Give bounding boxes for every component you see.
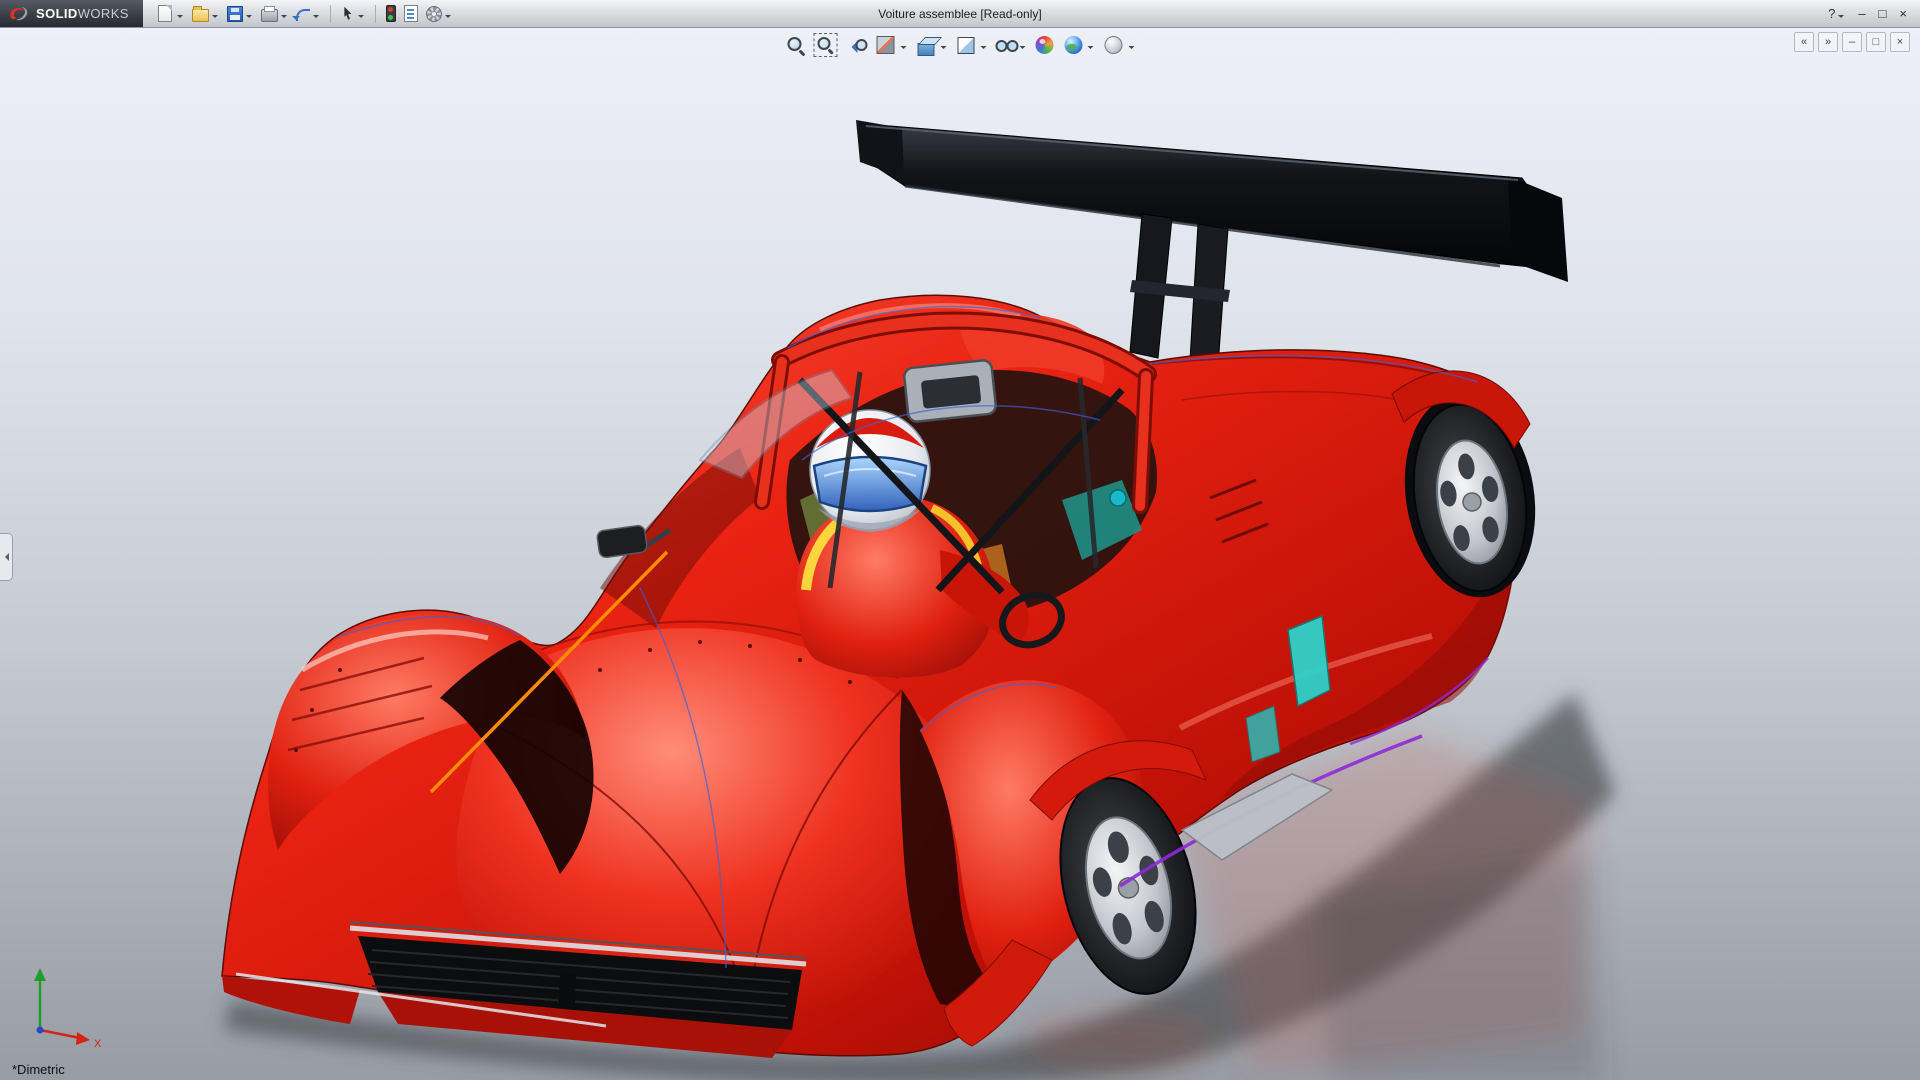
toolbar-separator: [329, 4, 331, 23]
reference-triad: X: [34, 968, 102, 1050]
maximize-button[interactable]: □: [1876, 6, 1890, 21]
minimize-button-glyph: –: [1858, 6, 1866, 21]
dropdown-caret-icon[interactable]: [980, 46, 987, 52]
heads-up-toolbar: [783, 32, 1138, 58]
section-icon: [876, 36, 895, 54]
options-button[interactable]: [423, 3, 455, 24]
view-settings-button[interactable]: [1100, 32, 1138, 58]
dropdown-caret-icon[interactable]: [312, 14, 319, 21]
undo-icon: [291, 9, 310, 21]
cursor-icon: [341, 6, 355, 21]
view-settings-icon: [1104, 36, 1123, 54]
solidworks-logo: SOLIDWORKS: [0, 0, 143, 27]
appearance-ball-icon: [1035, 36, 1054, 54]
pane-forward-button-glyph: »: [1824, 35, 1832, 48]
dropdown-caret-icon[interactable]: [176, 14, 183, 21]
hide-show-items-button[interactable]: [993, 33, 1029, 57]
traffic-icon: [385, 5, 396, 22]
main-toolbar: [143, 3, 465, 24]
toolbar-separator: [374, 4, 376, 23]
side-mirror: [596, 524, 648, 559]
document-title: Voiture assemblee [Read-only]: [878, 6, 1042, 21]
view-orientation-label: *Dimetric: [12, 1062, 65, 1077]
magnifier-area-icon: [813, 33, 838, 57]
folder-icon: [191, 6, 209, 22]
prev-view-icon: [845, 34, 868, 56]
window-restore-button-glyph: □: [1872, 35, 1880, 48]
display-style-icon: [957, 36, 975, 54]
previous-view-button[interactable]: [843, 33, 869, 57]
window-minimize-button[interactable]: –: [1842, 32, 1862, 52]
help-button[interactable]: ?: [1825, 6, 1848, 22]
ds-swirl-icon: [10, 6, 28, 20]
apply-scene-button[interactable]: [1061, 33, 1097, 57]
dropdown-caret-icon[interactable]: [211, 14, 218, 21]
file-properties-button[interactable]: [401, 3, 421, 24]
display-style-button[interactable]: [953, 33, 990, 58]
print-button[interactable]: [258, 3, 291, 24]
dropdown-caret-icon[interactable]: [940, 46, 947, 52]
pane-back-button-glyph: «: [1800, 35, 1808, 48]
chevron-left-icon: [1, 553, 9, 561]
solidworks-window: SOLIDWORKS Voiture assemblee [Read-only]…: [0, 0, 1920, 1080]
dropdown-caret-icon[interactable]: [1087, 46, 1094, 52]
cube-icon: [917, 42, 935, 56]
help-button-glyph: ?: [1828, 6, 1836, 21]
undo-button[interactable]: [291, 4, 323, 23]
section-view-button[interactable]: [872, 32, 910, 58]
new-document-button[interactable]: [153, 3, 187, 24]
magnifier-icon: [785, 34, 807, 56]
pane-forward-button[interactable]: »: [1818, 32, 1838, 52]
y-axis-arrow: [34, 968, 46, 981]
gear-icon: [425, 6, 442, 22]
window-minimize-button-glyph: –: [1848, 35, 1856, 48]
z-axis-dot: [36, 1026, 44, 1034]
dropdown-caret-icon[interactable]: [245, 14, 252, 21]
pane-back-button[interactable]: «: [1794, 32, 1814, 52]
viewport-window-controls: « » – □ ×: [1794, 32, 1910, 52]
zoom-to-area-button[interactable]: [812, 32, 840, 58]
dropdown-caret-icon[interactable]: [444, 14, 451, 21]
window-controls: ? – □ ×: [1825, 6, 1920, 22]
close-button-glyph: ×: [1899, 6, 1907, 21]
brand-bold: SOLID: [36, 6, 78, 21]
props-icon: [403, 5, 418, 22]
zoom-to-fit-button[interactable]: [783, 33, 809, 57]
model-canvas: [221, 120, 1615, 1080]
x-axis-arrow: [76, 1032, 90, 1045]
close-button[interactable]: ×: [1896, 6, 1910, 21]
window-close-button-glyph: ×: [1896, 35, 1904, 48]
select-tool-button[interactable]: [338, 4, 368, 23]
collapse-feature-pane-tab[interactable]: [0, 533, 13, 581]
dropdown-caret-icon[interactable]: [900, 46, 907, 52]
brand-text: SOLIDWORKS: [36, 6, 129, 21]
maximize-button-glyph: □: [1878, 6, 1887, 21]
graphics-area[interactable]: « » – □ × X *Dimetric: [0, 28, 1920, 1080]
save-button[interactable]: [224, 3, 256, 24]
minimize-button[interactable]: –: [1855, 6, 1868, 21]
dropdown-caret-icon[interactable]: [1128, 46, 1135, 52]
dropdown-caret-icon[interactable]: [280, 14, 287, 21]
printer-icon: [260, 6, 278, 22]
rebuild-button[interactable]: [383, 3, 399, 24]
brand-light: WORKS: [77, 6, 129, 21]
view-orientation-button[interactable]: [913, 34, 950, 57]
window-close-button[interactable]: ×: [1890, 32, 1910, 52]
window-restore-button[interactable]: □: [1866, 32, 1886, 52]
triad-x-label: X: [94, 1038, 102, 1050]
title-bar: SOLIDWORKS Voiture assemblee [Read-only]…: [0, 0, 1920, 28]
page-icon: [157, 5, 172, 22]
glasses-icon: [995, 34, 1019, 56]
scene-ball-icon: [1064, 36, 1083, 54]
floppy-icon: [226, 6, 243, 22]
dropdown-caret-icon[interactable]: [357, 14, 364, 21]
edit-appearance-button[interactable]: [1032, 33, 1058, 57]
dropdown-caret-icon[interactable]: [1019, 46, 1026, 52]
dropdown-caret-icon[interactable]: [1838, 14, 1845, 21]
open-document-button[interactable]: [189, 3, 222, 24]
